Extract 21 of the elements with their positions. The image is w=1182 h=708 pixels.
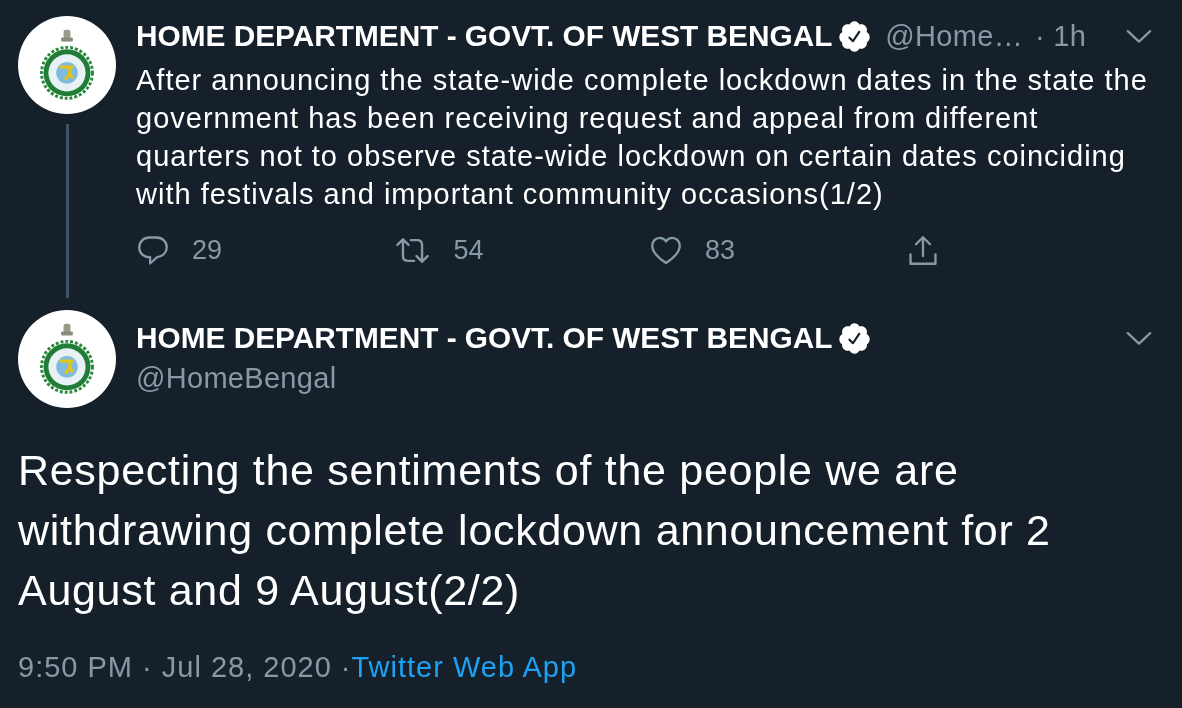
avatar[interactable] (18, 310, 116, 408)
reply-button[interactable]: 29 (138, 234, 223, 266)
like-button[interactable]: 83 (651, 234, 736, 266)
author-name[interactable]: HOME DEPARTMENT - GOVT. OF WEST BENGAL (136, 321, 833, 355)
tweet-time[interactable]: · 1h (1034, 19, 1087, 53)
author-handle[interactable]: @Home… (885, 19, 1023, 53)
speech-bubble-icon (138, 235, 168, 265)
retweet-arrows-icon (394, 237, 430, 263)
author-handle[interactable]: @HomeBengal (136, 362, 337, 394)
chevron-down-icon[interactable] (1126, 29, 1152, 43)
retweet-button[interactable]: 54 (394, 234, 484, 266)
avatar[interactable] (18, 16, 116, 114)
share-icon (907, 235, 938, 265)
share-button[interactable] (907, 235, 938, 265)
source-link[interactable]: Twitter Web App (351, 651, 578, 683)
chevron-down-icon[interactable] (1126, 331, 1152, 345)
tweet-text: After announcing the state-wide complete lockdown dates in the state the government has been receiving request and appeal from different quarters not to observe state-wide lockdown on certain dates coinciding with festivals and important community occasions(1/2) (136, 63, 1149, 212)
tweet-timestamp: 9:50 PM · Jul 28, 2020 · (18, 651, 352, 683)
author-name[interactable]: HOME DEPARTMENT - GOVT. OF WEST BENGAL (136, 19, 833, 53)
tweet-text: Respecting the sentiments of the people we are withdrawing complete lockdown announcement for 2 August and 9 August(2/2) (18, 445, 1052, 616)
heart-icon (651, 235, 681, 265)
